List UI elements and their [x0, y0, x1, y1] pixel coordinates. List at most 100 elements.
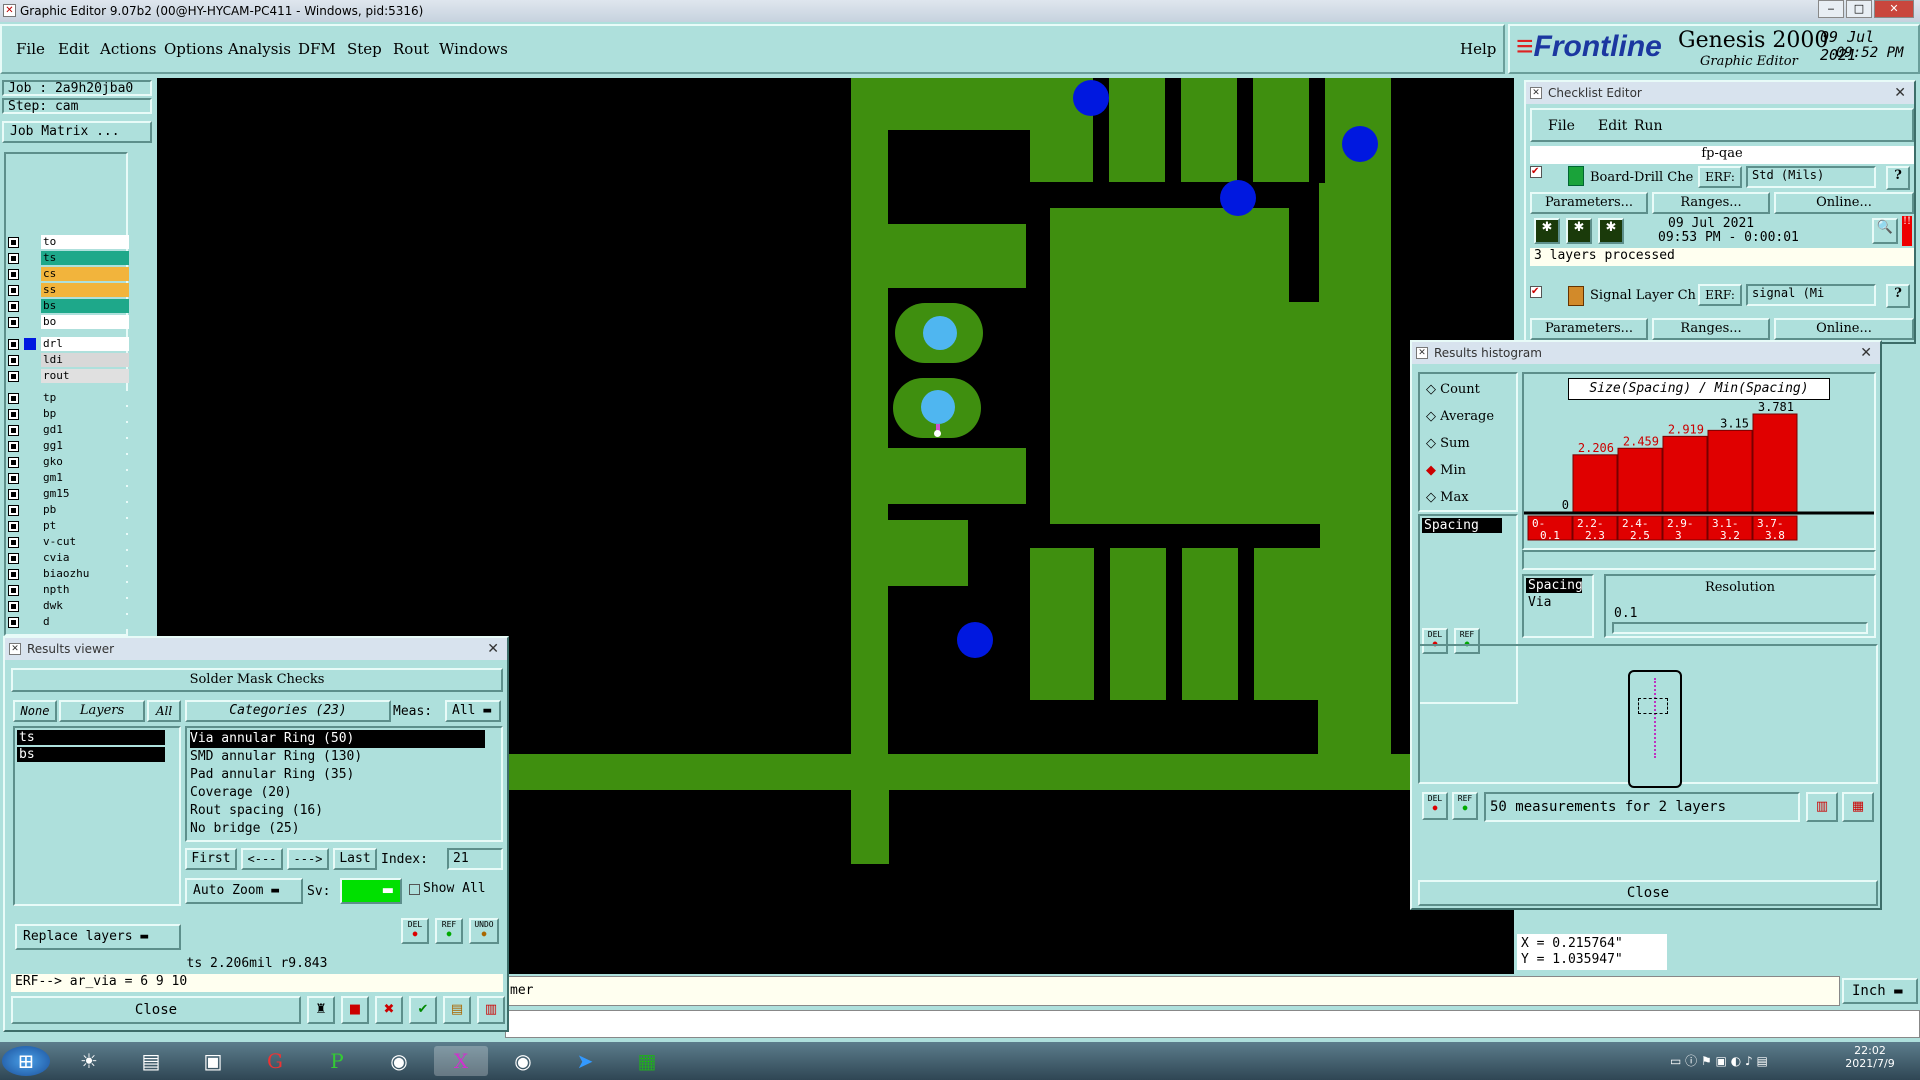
option-min[interactable]: ◆ Min	[1426, 463, 1466, 478]
taskbar-browser-icon[interactable]: G	[248, 1046, 302, 1076]
check2-checkbox[interactable]: ✔	[1530, 286, 1542, 298]
list-item[interactable]: No bridge (25)	[190, 820, 485, 838]
layer-name[interactable]: ldi	[41, 353, 129, 367]
layer-name[interactable]: ss	[41, 283, 129, 297]
layer-checkbox[interactable]	[8, 393, 19, 404]
check1-parameters-button[interactable]: Parameters...	[1530, 192, 1648, 214]
close-button[interactable]: Close	[11, 996, 301, 1024]
layer-row-pt[interactable]: pt	[8, 519, 129, 534]
checklist-menu-file[interactable]: File	[1548, 118, 1575, 134]
menu-file[interactable]: File	[16, 40, 45, 58]
layer-row-ldi[interactable]: ldi	[8, 353, 129, 368]
taskbar-save-icon[interactable]: ▣	[186, 1046, 240, 1076]
layer-name[interactable]: gm1	[41, 471, 129, 485]
checklist-menu-edit[interactable]: Edit	[1598, 118, 1627, 134]
report-icon[interactable]: ▤	[443, 996, 471, 1024]
system-clock[interactable]: 22:02 2021/7/9	[1840, 1044, 1900, 1070]
tray-icons[interactable]: ▭ ⓘ ⚑ ▣ ◐ ♪ ▤	[1670, 1052, 1768, 1069]
check1-name[interactable]: Board-Drill Che	[1590, 170, 1693, 185]
list-item[interactable]: ts	[17, 730, 165, 745]
check1-checkbox[interactable]: ✔	[1530, 166, 1542, 178]
meas-dropdown[interactable]: All ▬	[445, 700, 501, 722]
layer-checkbox[interactable]	[8, 617, 19, 628]
via[interactable]	[957, 622, 993, 658]
check2-erf-button[interactable]: ERF:	[1698, 284, 1742, 306]
list-item[interactable]: bs	[17, 747, 165, 762]
option-average[interactable]: ◇ Average	[1426, 409, 1494, 424]
via[interactable]	[1342, 126, 1378, 162]
layer-row-biaozhu[interactable]: biaozhu	[8, 567, 129, 582]
taskbar-eye2-icon[interactable]: ◉	[496, 1046, 550, 1076]
layer-row-gm1[interactable]: gm1	[8, 471, 129, 486]
layer-checkbox[interactable]	[8, 553, 19, 564]
layer-name[interactable]: npth	[41, 583, 129, 597]
layer-name[interactable]: gd1	[41, 423, 129, 437]
layer-row-d[interactable]: d	[8, 615, 129, 630]
layer-result-list[interactable]: ts bs	[13, 726, 181, 906]
list-item[interactable]: Via annular Ring (50)	[190, 730, 485, 748]
layer-checkbox[interactable]	[8, 253, 19, 264]
close-icon[interactable]: ✕	[1894, 82, 1906, 104]
layer-name[interactable]: to	[41, 235, 129, 249]
layer-row-gg1[interactable]: gg1	[8, 439, 129, 454]
histogram-close-button[interactable]: Close	[1418, 880, 1878, 906]
auto-zoom-dropdown[interactable]: Auto Zoom ▬	[185, 878, 303, 904]
layer-checkbox[interactable]	[8, 489, 19, 500]
layer-name[interactable]: cvia	[41, 551, 129, 565]
menu-options[interactable]: Options	[164, 40, 223, 58]
layer-checkbox[interactable]	[8, 269, 19, 280]
layer-row-gd1[interactable]: gd1	[8, 423, 129, 438]
check2-online-button[interactable]: Online...	[1774, 318, 1914, 340]
replace-layers-dropdown[interactable]: Replace layers ▬	[15, 924, 181, 950]
layer-name[interactable]: v-cut	[41, 535, 129, 549]
job-matrix-button[interactable]: Job Matrix ...	[2, 121, 152, 143]
index-input[interactable]: 21	[447, 848, 503, 870]
layer-name[interactable]: gko	[41, 455, 129, 469]
zoom-icon[interactable]: 🔍	[1872, 218, 1898, 244]
histogram-scrollbar[interactable]	[1522, 550, 1876, 570]
layer-checkbox[interactable]	[8, 585, 19, 596]
layer-row-v-cut[interactable]: v-cut	[8, 535, 129, 550]
layer-checkbox[interactable]	[8, 425, 19, 436]
layer-checkbox[interactable]	[8, 317, 19, 328]
layer-row-ts[interactable]: ts	[8, 251, 129, 266]
layer-row-gm15[interactable]: gm15	[8, 487, 129, 502]
layer-checkbox[interactable]	[8, 237, 19, 248]
sv-color-dropdown[interactable]: ▬	[340, 878, 402, 904]
close-icon[interactable]: ✕	[1860, 342, 1872, 364]
del-button[interactable]: DEL ●	[401, 918, 429, 944]
layer-row-pb[interactable]: pb	[8, 503, 129, 518]
stop-icon[interactable]: ■	[341, 996, 369, 1024]
layer-checkbox[interactable]	[8, 339, 19, 350]
run-all-icon[interactable]: ✱	[1598, 218, 1624, 244]
layer-name[interactable]: gm15	[41, 487, 129, 501]
layer-row-cs[interactable]: cs	[8, 267, 129, 282]
close-icon[interactable]: ✕	[487, 638, 499, 660]
check-icon[interactable]: ✔	[409, 996, 437, 1024]
units-dropdown[interactable]: Inch ▬	[1842, 978, 1918, 1004]
taskbar-excel-icon[interactable]: ▦	[620, 1046, 674, 1076]
check2-erf-value[interactable]: signal (Mi	[1746, 284, 1876, 306]
start-button[interactable]: ⊞	[2, 1046, 50, 1076]
categories-button[interactable]: Categories (23)	[185, 700, 391, 722]
check1-erf-value[interactable]: Std (Mils)	[1746, 166, 1876, 188]
histogram-icon[interactable]: ▥	[477, 996, 505, 1024]
chart-zoom-icon[interactable]: ▦	[1842, 792, 1874, 822]
taskbar-send-icon[interactable]: ➤	[558, 1046, 612, 1076]
layer-name[interactable]: tp	[41, 391, 129, 405]
category-list[interactable]: Via annular Ring (50) SMD annular Ring (…	[185, 726, 503, 842]
check2-name[interactable]: Signal Layer Ch	[1590, 288, 1696, 303]
list-item[interactable]: Spacing	[1526, 578, 1583, 593]
layer-row-npth[interactable]: npth	[8, 583, 129, 598]
layer-row-bo[interactable]: bo	[8, 315, 129, 330]
menu-actions[interactable]: Actions	[100, 40, 156, 58]
layer-row-bp[interactable]: bp	[8, 407, 129, 422]
layer-checkbox[interactable]	[8, 473, 19, 484]
layer-row-rout[interactable]: rout	[8, 369, 129, 384]
checklist-menu-run[interactable]: Run	[1634, 118, 1663, 134]
histogram-bar[interactable]	[1617, 447, 1663, 513]
layer-row-cvia[interactable]: cvia	[8, 551, 129, 566]
none-button[interactable]: None	[13, 700, 57, 722]
histogram-bar[interactable]	[1662, 435, 1708, 513]
run-area-icon[interactable]: ✱	[1566, 218, 1592, 244]
